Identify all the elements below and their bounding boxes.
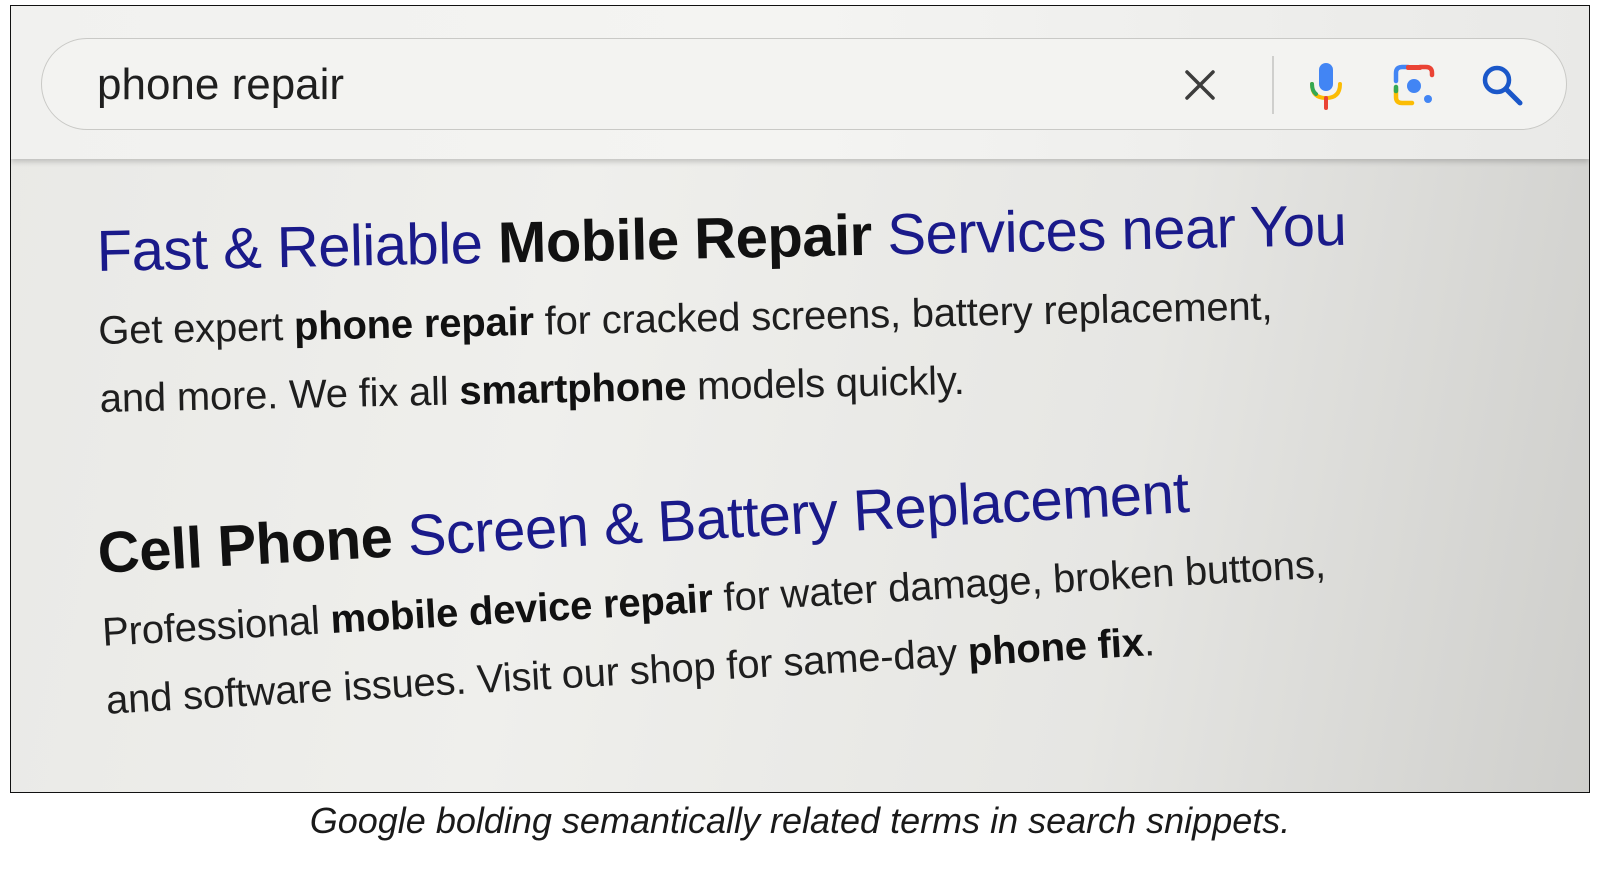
result-title-link[interactable]: Fast & Reliable Mobile Repair Services n… [96, 193, 1347, 285]
title-bold-text: Mobile Repair [497, 202, 873, 276]
search-results: Fast & Reliable Mobile Repair Services n… [11, 159, 1589, 792]
search-header: phone repair [11, 6, 1589, 159]
search-divider [1272, 56, 1274, 114]
search-bar[interactable]: phone repair [41, 38, 1567, 130]
search-input[interactable]: phone repair [97, 61, 344, 109]
screenshot-frame: phone repair Fast & Reliable Mobile Repa… [10, 5, 1590, 793]
snippet-text: models quickly. [685, 358, 966, 409]
snippet-bold-term: phone repair [293, 299, 535, 349]
snippet-bold-term: phone fix [966, 620, 1145, 675]
snippet-text: . [1142, 620, 1156, 665]
close-icon[interactable] [1180, 65, 1220, 105]
snippet-bold-term: smartphone [458, 364, 687, 414]
title-bold-text: Cell Phone [96, 504, 394, 586]
snippet-text: for cracked screens, battery replacement… [533, 284, 1273, 344]
search-icon[interactable] [1478, 61, 1526, 109]
microphone-icon[interactable] [1304, 61, 1348, 111]
camera-lens-icon[interactable] [1390, 61, 1438, 109]
search-result: Cell Phone Screen & Battery Replacement … [96, 453, 1331, 735]
snippet-text: and more. We fix all [99, 369, 460, 421]
result-snippet: Get expert phone repair for cracked scre… [98, 271, 1350, 433]
snippet-text: Get expert [97, 304, 295, 353]
snippet-text: Professional [101, 598, 332, 655]
title-text: Fast & Reliable [96, 210, 499, 284]
title-text: Services near You [871, 192, 1347, 268]
search-result: Fast & Reliable Mobile Repair Services n… [96, 193, 1350, 433]
figure-caption: Google bolding semantically related term… [309, 800, 1291, 841]
snippet-bold-term: mobile device repair [329, 576, 715, 643]
